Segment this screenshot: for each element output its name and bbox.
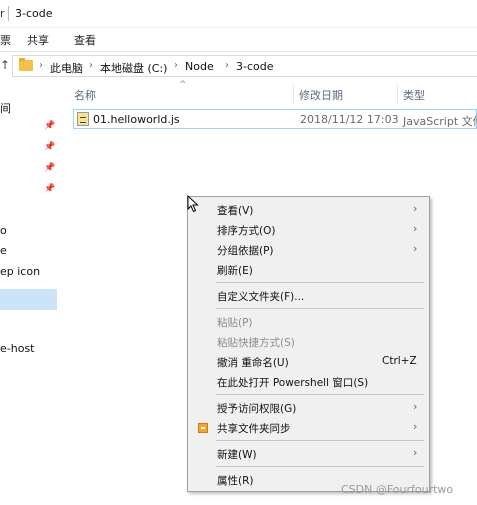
folder-icon: [19, 58, 33, 71]
breadcrumb-node[interactable]: Node: [185, 60, 214, 73]
pin-icon[interactable]: 📌: [44, 184, 55, 194]
menu-item-label: 查看(V): [217, 205, 254, 217]
up-arrow-icon[interactable]: ↑: [0, 58, 10, 72]
window-title: 3-code: [15, 7, 53, 20]
nav-item-e-host[interactable]: e-host: [0, 342, 34, 355]
submenu-arrow-icon: ›: [413, 420, 418, 433]
menu-item-label: 排序方式(O): [217, 225, 276, 237]
nav-item-o[interactable]: o: [0, 224, 7, 237]
mouse-cursor-icon: [187, 195, 199, 213]
menu-item-label: 分组依据(P): [217, 245, 274, 257]
chevron-right-icon[interactable]: ›: [39, 60, 43, 71]
menu-item-label: 授予访问权限(G): [217, 403, 297, 415]
context-menu: 查看(V) › 排序方式(O) › 分组依据(P) › 刷新(E) 自定义文件夹…: [187, 196, 430, 492]
menu-item-label: 在此处打开 Powershell 窗口(S): [217, 377, 369, 389]
sort-caret-icon: ^: [179, 80, 187, 90]
menu-item-label: 新建(W): [217, 449, 257, 461]
tab-view[interactable]: 查看: [74, 32, 96, 48]
menu-separator: [216, 440, 424, 441]
js-file-icon: [77, 112, 89, 126]
breadcrumb-this-pc[interactable]: 此电脑: [50, 60, 83, 76]
column-header-type[interactable]: 类型: [403, 87, 425, 103]
menu-item-shared-folder-sync[interactable]: 共享文件夹同步 ›: [188, 418, 429, 438]
nav-item-quick[interactable]: 间: [0, 100, 11, 116]
menu-item-refresh[interactable]: 刷新(E): [188, 260, 429, 280]
submenu-arrow-icon: ›: [413, 242, 418, 255]
menu-item-paste: 粘贴(P): [188, 312, 429, 332]
column-separator[interactable]: [397, 85, 398, 103]
tab-partial[interactable]: 票: [0, 32, 11, 48]
menu-separator: [216, 394, 424, 395]
menu-separator: [216, 308, 424, 309]
submenu-arrow-icon: ›: [413, 400, 418, 413]
menu-item-view[interactable]: 查看(V) ›: [188, 200, 429, 220]
menu-item-new[interactable]: 新建(W) ›: [188, 444, 429, 464]
menu-item-sort-by[interactable]: 排序方式(O) ›: [188, 220, 429, 240]
submenu-arrow-icon: ›: [413, 202, 418, 215]
file-date: 2018/11/12 17:03: [300, 113, 399, 126]
title-separator: [8, 6, 9, 21]
menu-item-shortcut: Ctrl+Z: [382, 355, 417, 367]
column-header-date[interactable]: 修改日期: [299, 87, 343, 103]
menu-item-paste-shortcut: 粘贴快捷方式(S): [188, 332, 429, 352]
chevron-right-icon[interactable]: ›: [174, 60, 178, 71]
breadcrumb-3-code[interactable]: 3-code: [236, 60, 274, 73]
submenu-arrow-icon: ›: [413, 222, 418, 235]
pin-icon[interactable]: 📌: [44, 142, 55, 152]
menu-item-label: 撤消 重命名(U): [217, 357, 289, 369]
navigation-pane: 间 📌 📌 📌 📌 o e ep icon e-host: [0, 80, 57, 505]
nav-item-ep-icon[interactable]: ep icon: [0, 265, 40, 278]
menu-item-label: 共享文件夹同步: [217, 423, 291, 435]
menu-separator: [216, 282, 424, 283]
chevron-right-icon[interactable]: ›: [89, 60, 93, 71]
nav-item-selected[interactable]: [0, 289, 57, 310]
ribbon-tabs: 票 共享 查看: [0, 28, 477, 52]
pin-icon[interactable]: 📌: [44, 121, 55, 131]
sync-folder-icon: [198, 423, 208, 433]
title-bar: r 3-code: [0, 0, 477, 28]
menu-item-undo-rename[interactable]: 撤消 重命名(U) Ctrl+Z: [188, 352, 429, 372]
menu-item-open-powershell[interactable]: 在此处打开 Powershell 窗口(S): [188, 372, 429, 392]
menu-item-label: 粘贴(P): [217, 317, 253, 329]
breadcrumb-local-disk[interactable]: 本地磁盘 (C:): [100, 60, 167, 76]
column-header-name[interactable]: 名称: [74, 87, 96, 103]
column-separator[interactable]: [293, 85, 294, 103]
nav-item-e[interactable]: e: [0, 244, 7, 257]
menu-item-give-access[interactable]: 授予访问权限(G) ›: [188, 398, 429, 418]
menu-item-label: 粘贴快捷方式(S): [217, 337, 295, 349]
menu-separator: [216, 466, 424, 467]
address-bar: ↑ › 此电脑 › 本地磁盘 (C:) › Node › 3-code: [0, 52, 477, 80]
menu-item-label: 刷新(E): [217, 265, 253, 277]
title-fragment: r: [0, 7, 5, 20]
submenu-arrow-icon: ›: [413, 446, 418, 459]
menu-item-label: 属性(R): [217, 475, 254, 487]
address-box[interactable]: › 此电脑 › 本地磁盘 (C:) › Node › 3-code: [12, 55, 477, 77]
pin-icon[interactable]: 📌: [44, 163, 55, 173]
file-type: JavaScript 文件: [403, 115, 477, 128]
file-name: 01.helloworld.js: [93, 113, 180, 126]
chevron-right-icon[interactable]: ›: [225, 60, 229, 71]
menu-item-group-by[interactable]: 分组依据(P) ›: [188, 240, 429, 260]
file-row[interactable]: 01.helloworld.js 2018/11/12 17:03 JavaSc…: [73, 109, 477, 129]
menu-item-customize-folder[interactable]: 自定义文件夹(F)...: [188, 286, 429, 306]
menu-item-label: 自定义文件夹(F)...: [217, 291, 305, 303]
watermark: CSDN @Fourfourtwo: [341, 483, 454, 496]
tab-share[interactable]: 共享: [27, 32, 49, 48]
